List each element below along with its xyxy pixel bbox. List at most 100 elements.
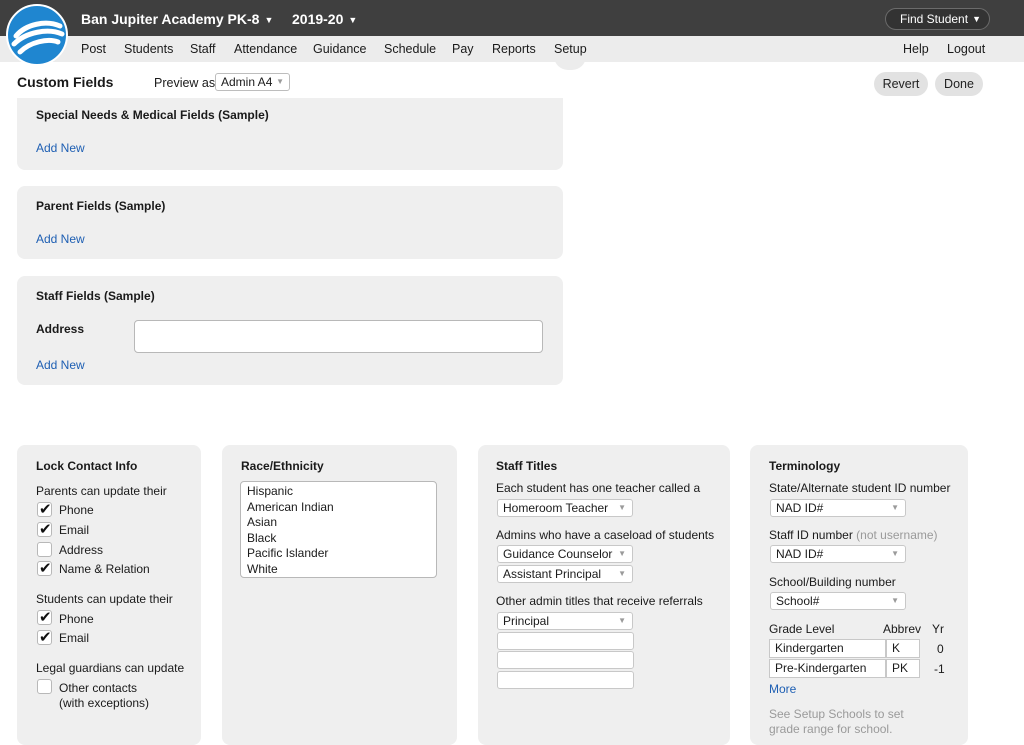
other-admin-label: Other admin titles that receive referral… <box>496 594 703 608</box>
admin-title-select-1[interactable]: Guidance Counselor ▼ <box>497 545 633 563</box>
list-option[interactable]: Asian <box>247 515 277 529</box>
lock-contact-card: Lock Contact Info Parents can update the… <box>17 445 201 745</box>
guardian-other-contacts-checkbox[interactable] <box>37 679 52 694</box>
top-bar: Ban Jupiter Academy PK-8 ▼ 2019-20 ▼ Find … <box>0 0 1024 36</box>
other-admin-input[interactable] <box>497 671 634 689</box>
nav-attendance[interactable]: Attendance <box>234 42 297 56</box>
nav-pay[interactable]: Pay <box>452 42 474 56</box>
list-option[interactable]: Pacific Islander <box>247 546 328 560</box>
check-icon: ✔ <box>39 501 52 518</box>
find-student-button[interactable]: Find Student ▼ <box>885 8 990 30</box>
nav-help[interactable]: Help <box>903 42 929 56</box>
admins-label: Admins who have a caseload of students <box>496 528 715 542</box>
checkbox-label: Email <box>59 631 90 645</box>
teacher-label: Each student has one teacher called a <box>496 481 701 495</box>
nav-guidance[interactable]: Guidance <box>313 42 367 56</box>
grade-abbrev-input[interactable]: K <box>886 639 920 658</box>
nav-students[interactable]: Students <box>124 42 173 56</box>
admin-title-select-2[interactable]: Assistant Principal ▼ <box>497 565 633 583</box>
grade-level-header: Grade Level <box>769 622 835 636</box>
school-number-select[interactable]: School# ▼ <box>770 592 906 610</box>
nav-staff[interactable]: Staff <box>190 42 215 56</box>
address-input[interactable] <box>134 320 543 353</box>
staff-id-label: Staff ID number (not username) <box>769 528 938 542</box>
special-needs-panel: Special Needs & Medical Fields (Sample) … <box>17 98 563 170</box>
check-icon: ✔ <box>39 609 52 626</box>
race-listbox[interactable]: Hispanic American Indian Asian Black Pac… <box>240 481 437 578</box>
terminology-note: grade range for school. <box>769 722 893 736</box>
parent-email-checkbox[interactable]: ✔ <box>37 521 52 538</box>
dropdown-arrow-icon: ▼ <box>618 503 626 512</box>
other-admin-input[interactable] <box>497 651 634 669</box>
teacher-title-select[interactable]: Homeroom Teacher ▼ <box>497 499 633 517</box>
page-title: Custom Fields <box>17 74 114 90</box>
other-admin-select[interactable]: Principal ▼ <box>497 612 633 630</box>
more-link[interactable]: More <box>769 682 796 696</box>
parent-address-checkbox[interactable] <box>37 542 52 557</box>
school-selector[interactable]: Ban Jupiter Academy PK-8 ▼ <box>81 11 273 27</box>
staff-titles-card: Staff Titles Each student has one teache… <box>478 445 730 745</box>
panel-title: Staff Fields (Sample) <box>36 289 155 303</box>
parents-label: Parents can update their <box>36 484 167 498</box>
dropdown-arrow-icon: ▼ <box>891 503 899 512</box>
nav-reports[interactable]: Reports <box>492 42 536 56</box>
add-new-link[interactable]: Add New <box>36 358 85 372</box>
other-admin-input[interactable] <box>497 632 634 650</box>
grade-name-input[interactable]: Kindergarten <box>769 639 886 658</box>
students-label: Students can update their <box>36 592 173 606</box>
state-id-select[interactable]: NAD ID# ▼ <box>770 499 906 517</box>
parent-phone-checkbox[interactable]: ✔ <box>37 501 52 518</box>
dropdown-arrow-icon: ▼ <box>891 596 899 605</box>
add-new-link[interactable]: Add New <box>36 141 85 155</box>
nav-notch <box>554 56 586 70</box>
yr-header: Yr <box>932 622 944 636</box>
address-label: Address <box>36 322 85 336</box>
nav-setup[interactable]: Setup <box>554 42 587 56</box>
revert-button[interactable]: Revert <box>874 72 928 96</box>
checkbox-label: Phone <box>59 612 94 626</box>
card-title: Lock Contact Info <box>36 459 138 473</box>
terminology-card: Terminology State/Alternate student ID n… <box>750 445 968 745</box>
parent-fields-panel: Parent Fields (Sample) Add New <box>17 186 563 259</box>
add-new-link[interactable]: Add New <box>36 232 85 246</box>
checkbox-label: Name & Relation <box>59 562 150 576</box>
done-button[interactable]: Done <box>935 72 983 96</box>
list-option[interactable]: White <box>247 562 278 576</box>
parent-name-relation-checkbox[interactable]: ✔ <box>37 560 52 577</box>
checkbox-label: Address <box>59 543 104 557</box>
nav-logout[interactable]: Logout <box>947 42 985 56</box>
checkbox-label: Email <box>59 523 90 537</box>
card-title: Race/Ethnicity <box>241 459 324 473</box>
check-icon: ✔ <box>39 560 52 577</box>
nav-post[interactable]: Post <box>81 42 106 56</box>
nav-schedule[interactable]: Schedule <box>384 42 436 56</box>
checkbox-label: Other contacts <box>59 681 138 695</box>
chevron-down-icon: ▼ <box>264 15 274 25</box>
list-option[interactable]: Black <box>247 531 276 545</box>
list-option[interactable]: American Indian <box>247 500 334 514</box>
student-phone-checkbox[interactable]: ✔ <box>37 609 52 626</box>
grade-yr: 0 <box>937 642 944 656</box>
nav-bar: Post Students Staff Attendance Guidance … <box>0 36 1024 62</box>
card-title: Staff Titles <box>496 459 558 473</box>
checkbox-label: Phone <box>59 503 94 517</box>
check-icon: ✔ <box>39 629 52 646</box>
terminology-note: See Setup Schools to set <box>769 707 904 721</box>
list-option[interactable]: Hispanic <box>247 484 293 498</box>
dropdown-arrow-icon: ▼ <box>618 569 626 578</box>
chevron-down-icon: ▼ <box>348 15 358 25</box>
dropdown-arrow-icon: ▼ <box>891 549 899 558</box>
staff-id-select[interactable]: NAD ID# ▼ <box>770 545 906 563</box>
student-email-checkbox[interactable]: ✔ <box>37 629 52 646</box>
race-ethnicity-card: Race/Ethnicity Hispanic American Indian … <box>222 445 457 745</box>
app-logo-icon[interactable] <box>6 4 68 66</box>
school-number-label: School/Building number <box>769 575 896 589</box>
grade-name-input[interactable]: Pre-Kindergarten <box>769 659 886 678</box>
panel-title: Special Needs & Medical Fields (Sample) <box>36 108 269 122</box>
grade-abbrev-input[interactable]: PK <box>886 659 920 678</box>
abbrev-header: Abbrev <box>883 622 922 636</box>
year-selector[interactable]: 2019-20 ▼ <box>292 11 357 27</box>
preview-as-select[interactable]: Admin A4 ▼ <box>215 73 290 91</box>
staff-fields-panel: Staff Fields (Sample) Address Add New <box>17 276 563 385</box>
dropdown-arrow-icon: ▼ <box>276 77 284 86</box>
